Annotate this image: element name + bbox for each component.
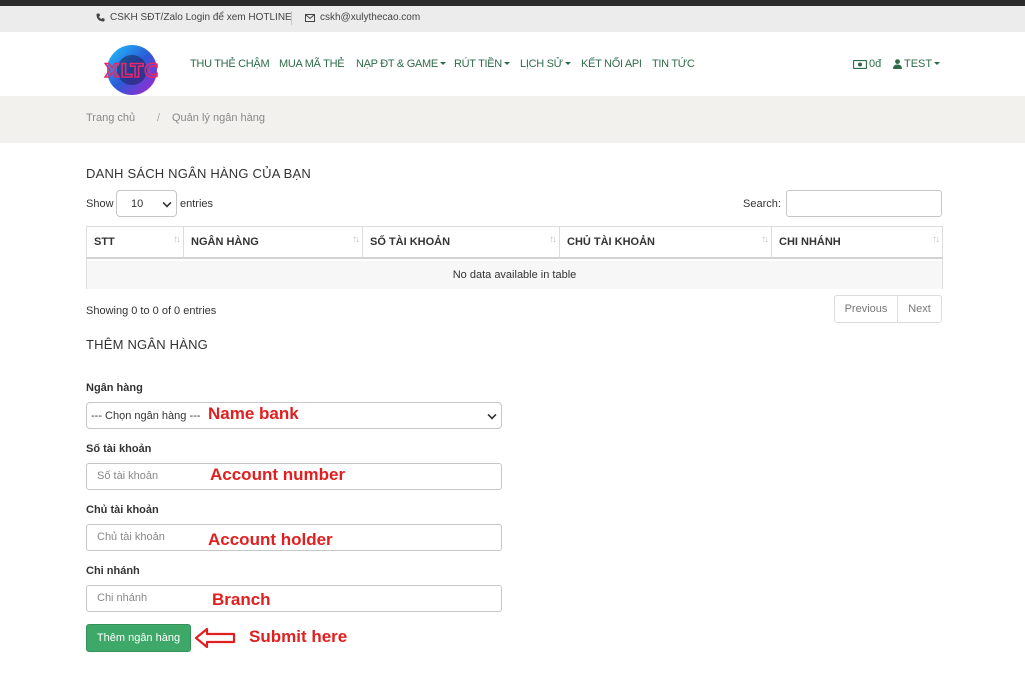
nav-label: RÚT TIỀN (454, 58, 502, 70)
column-label: NGÂN HÀNG (191, 236, 259, 248)
annotation-submit: Submit here (249, 627, 348, 646)
nav-label: MUA MÃ THẺ (279, 58, 345, 70)
previous-button[interactable]: Previous (834, 295, 898, 323)
breadcrumb-current: Quản lý ngân hàng (172, 112, 265, 124)
search-input[interactable] (786, 190, 942, 217)
annotation-name-bank: Name bank (208, 404, 299, 423)
nav-mua-ma-the[interactable]: MUA MÃ THẺ (279, 58, 345, 70)
show-label: Show (86, 198, 114, 210)
bank-field-label: Ngân hàng (86, 382, 143, 394)
nav-label: THU THẺ CHẬM (190, 58, 270, 70)
column-header-stt[interactable]: STT ↑↓ (87, 227, 184, 259)
add-bank-title: THÊM NGÂN HÀNG (86, 337, 208, 352)
caret-down-icon (503, 61, 510, 65)
arrow-left-icon (194, 627, 236, 649)
envelope-icon (305, 13, 315, 22)
caret-down-icon (564, 61, 571, 65)
column-label: STT (94, 236, 115, 248)
breadcrumb-home[interactable]: Trang chủ (86, 112, 135, 124)
logo-text: XLTC (105, 60, 160, 82)
wallet-balance[interactable]: 0đ (853, 58, 881, 70)
breadcrumb-separator: / (157, 112, 161, 124)
sort-icon: ↑↓ (761, 234, 769, 245)
nav-label: KẾT NỐI API (581, 58, 642, 70)
bank-select-value: --- Chọn ngân hàng --- (91, 410, 201, 422)
main-navbar: XLTC THU THẺ CHẬM MUA MÃ THẺ NẠP ĐT & GA… (0, 32, 1025, 96)
sort-icon: ↑↓ (932, 234, 940, 245)
branch-label: Chi nhánh (86, 565, 140, 577)
bank-table: STT ↑↓ NGÂN HÀNG ↑↓ SỐ TÀI KHOẢN ↑↓ CHỦ TÀI… (86, 226, 943, 289)
search-label: Search: (743, 198, 781, 210)
sort-icon: ↑↓ (173, 234, 181, 245)
annotation-branch: Branch (212, 590, 271, 609)
email-text: cskh@xulythecao.com (320, 12, 421, 23)
column-header-account-number[interactable]: SỐ TÀI KHOẢN ↑↓ (363, 227, 560, 259)
nav-label: NẠP ĐT & GAME (356, 58, 438, 70)
bank-list-title: DANH SÁCH NGÂN HÀNG CỦA BẠN (86, 166, 311, 181)
money-icon (853, 59, 867, 69)
annotation-account-number: Account number (210, 465, 346, 484)
nav-rut-tien[interactable]: RÚT TIỀN (454, 58, 510, 70)
column-label: CHI NHÁNH (779, 236, 841, 248)
topbar-divider (291, 11, 292, 25)
balance-value: 0đ (869, 58, 882, 70)
entries-label: entries (180, 198, 214, 210)
breadcrumb: Trang chủ / Quản lý ngân hàng (0, 96, 1025, 143)
empty-table-message: No data available in table (87, 261, 942, 289)
email-info[interactable]: cskh@xulythecao.com (305, 12, 420, 23)
column-header-branch[interactable]: CHI NHÁNH ↑↓ (772, 227, 942, 259)
account-number-label: Số tài khoản (86, 443, 152, 455)
column-header-account-holder[interactable]: CHỦ TÀI KHOẢN ↑↓ (560, 227, 772, 259)
caret-down-icon (439, 61, 446, 65)
chevron-down-icon (162, 198, 172, 208)
column-header-bank[interactable]: NGÂN HÀNG ↑↓ (184, 227, 363, 259)
entries-select[interactable]: 10 (116, 190, 177, 217)
nav-nap-dt-game[interactable]: NẠP ĐT & GAME (356, 58, 446, 70)
nav-label: LỊCH SỬ (520, 58, 563, 70)
nav-label: TIN TỨC (652, 58, 695, 70)
annotation-account-holder: Account holder (208, 530, 333, 549)
nav-thu-the-cham[interactable]: THU THẺ CHẬM (190, 58, 270, 70)
table-info: Showing 0 to 0 of 0 entries (86, 305, 217, 317)
caret-down-icon (934, 61, 941, 65)
column-label: SỐ TÀI KHOẢN (370, 236, 451, 248)
hotline-info: CSKH SĐT/Zalo Login để xem HOTLINE (96, 12, 292, 23)
phone-icon (96, 13, 105, 22)
add-bank-button[interactable]: Thêm ngân hàng (86, 624, 191, 652)
nav-ket-noi-api[interactable]: KẾT NỐI API (581, 58, 642, 70)
branch-input[interactable]: Chi nhánh (86, 585, 502, 612)
sort-icon: ↑↓ (352, 234, 360, 245)
top-info-bar: CSKH SĐT/Zalo Login để xem HOTLINE cskh@… (0, 6, 1025, 32)
hotline-text: CSKH SĐT/Zalo Login để xem HOTLINE (110, 12, 292, 23)
user-icon (893, 59, 902, 69)
column-label: CHỦ TÀI KHOẢN (567, 236, 655, 248)
chevron-down-icon (487, 410, 497, 420)
nav-tin-tuc[interactable]: TIN TỨC (652, 58, 695, 70)
nav-lich-su[interactable]: LỊCH SỬ (520, 58, 571, 70)
account-holder-label: Chủ tài khoản (86, 504, 159, 516)
next-button[interactable]: Next (897, 295, 942, 323)
brand-logo[interactable]: XLTC (88, 41, 176, 95)
entries-value: 10 (131, 198, 144, 210)
username: TEST (904, 58, 933, 70)
user-menu[interactable]: TEST (893, 58, 941, 70)
sort-icon: ↑↓ (549, 234, 557, 245)
